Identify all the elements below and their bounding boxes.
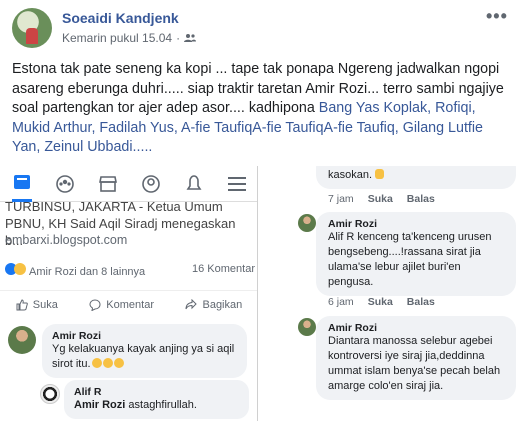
comment-bubble: kasokan. [316,166,516,189]
mobile-navbar [0,166,257,202]
more-options-button[interactable]: ••• [486,6,508,27]
attached-screenshot-left[interactable]: TURBINSU, JAKARTA - Ketua Umum PBNU, KH … [0,166,258,421]
commenter-name[interactable]: Amir Rozi [328,218,504,230]
reaction-icons[interactable] [5,263,26,275]
reactors-text[interactable]: Amir Rozi dan 8 lainnya [29,266,145,278]
reply-bubble: Alif R Amir Rozi astaghfirullah. [64,380,249,419]
notifications-bell-icon[interactable] [184,174,204,194]
reaction-summary: Amir Rozi dan 8 lainnya 16 Komentar [5,263,255,278]
profile-icon[interactable] [141,174,161,194]
comment-text: Alif R kenceng ta'kenceng urusen bengseb… [328,231,492,288]
comment-button[interactable]: Komentar [89,299,154,311]
share-arrow-icon [185,299,198,310]
comment-meta: 6 jam Suka Balas [328,296,435,308]
commenter-name[interactable]: Amir Rozi [52,330,237,342]
reply-mention[interactable]: Amir Rozi [74,399,125,411]
spacer [0,154,521,166]
comment-text: Diantara manossa selebur agebei kontrove… [328,335,501,392]
comment-time[interactable]: 6 jam [328,296,354,308]
article-source[interactable]: embarxi.blogspot.com [5,233,127,247]
news-feed-icon[interactable] [11,166,32,202]
share-button[interactable]: Bagikan [185,299,242,311]
comment-bubble: Amir Rozi Alif R kenceng ta'kenceng urus… [316,212,516,296]
author-avatar[interactable] [12,8,52,48]
attached-screenshot-right[interactable]: kasokan. 7 jam Suka Balas Amir Rozi Alif… [258,166,521,421]
comment-text: Yg kelakuanya kayak anjing ya si aqil si… [52,343,235,370]
comment-count[interactable]: 16 Komentar [192,263,255,278]
comment-bubble: Amir Rozi Diantara manossa selebur agebe… [316,316,516,400]
commenter-name[interactable]: Amir Rozi [328,322,504,334]
facebook-post: Soeaidi Kandjenk Kemarin pukul 15.04 · •… [0,0,521,421]
post-actions: Suka Komentar Bagikan [0,290,257,311]
praying-hands-emoji-icon [375,169,385,179]
laughing-emoji-icon [102,358,113,368]
reply-link[interactable]: Balas [407,296,435,308]
post-meta: Kemarin pukul 15.04 · [62,31,197,45]
post-caption: Estona tak pate seneng ka kopi ... tape … [12,60,512,158]
post-time[interactable]: Kemarin pukul 15.04 [62,31,172,45]
friends-icon[interactable] [184,33,197,43]
thumbs-up-icon [16,299,28,311]
like-link[interactable]: Suka [368,193,393,205]
commenter-avatar[interactable] [298,318,316,336]
like-link[interactable]: Suka [368,296,393,308]
menu-icon[interactable] [227,174,247,194]
article-line: TURBINSU, JAKARTA - Ketua Umum [5,199,223,214]
laughing-emoji-icon [113,358,124,368]
comment-bubble: Amir Rozi Yg kelakuanya kayak anjing ya … [42,324,247,378]
laughing-emoji-icon [91,358,102,368]
commenter-avatar[interactable] [298,214,316,232]
haha-reaction-icon [14,263,26,275]
author-name[interactable]: Soeaidi Kandjenk [62,10,179,26]
comment-text: kasokan. [328,169,373,181]
groups-icon[interactable] [55,174,75,194]
comment-bubble-icon [89,299,101,311]
comment-meta: 7 jam Suka Balas [328,193,435,205]
reply-avatar[interactable] [40,384,60,404]
marketplace-icon[interactable] [98,174,118,194]
reply-text: astaghfirullah. [125,399,197,411]
reply-author-name[interactable]: Alif R [74,386,239,398]
reply-link[interactable]: Balas [407,193,435,205]
comment-time[interactable]: 7 jam [328,193,354,205]
commenter-avatar[interactable] [8,326,36,354]
like-button[interactable]: Suka [16,299,58,311]
